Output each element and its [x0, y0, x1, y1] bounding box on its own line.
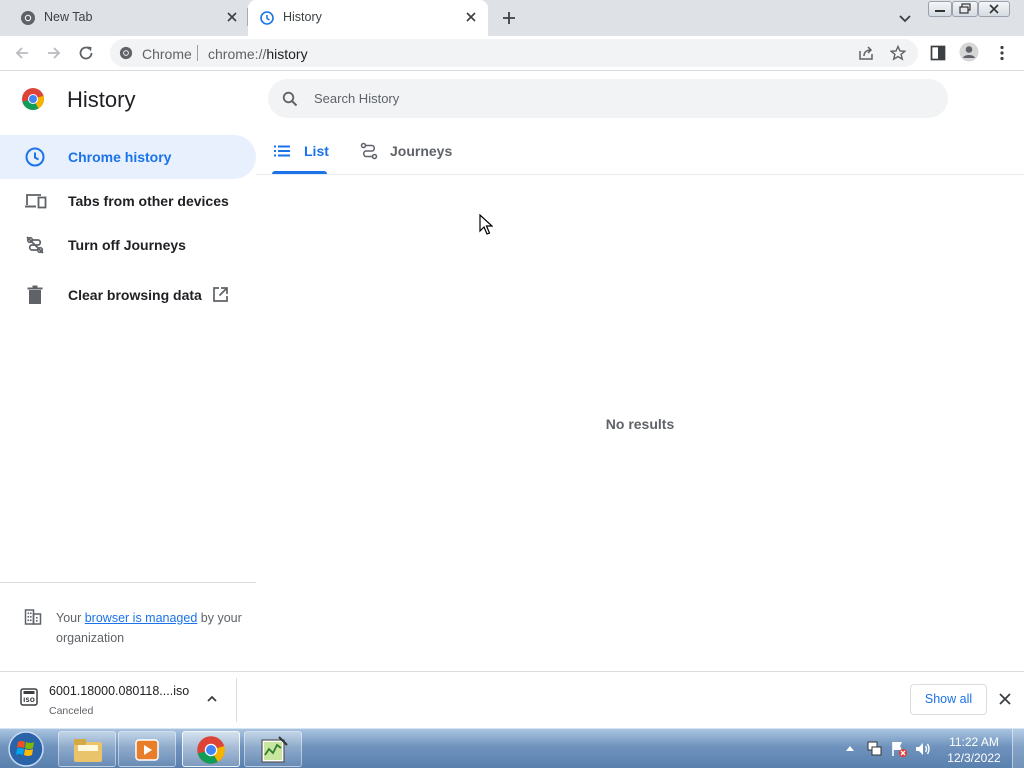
tab-label: Journeys	[390, 143, 453, 159]
tab-search-chevron-down-icon[interactable]	[897, 10, 913, 26]
resource-monitor-icon	[259, 735, 289, 765]
history-favicon-icon	[259, 10, 275, 26]
close-icon[interactable]	[463, 9, 479, 25]
bookmark-star-icon[interactable]	[890, 45, 906, 61]
sidebar-item-clear-browsing-data[interactable]: Clear browsing data	[0, 273, 256, 317]
address-bar[interactable]: Chrome chrome://history	[110, 39, 918, 67]
download-file-name: 6001.18000.080118....iso	[49, 684, 190, 698]
window-controls	[928, 1, 1010, 17]
windows-taskbar: 11:22 AM 12/3/2022	[0, 728, 1024, 769]
browser-toolbar: Chrome chrome://history	[0, 36, 1024, 70]
more-menu-icon[interactable]	[996, 44, 1008, 62]
building-icon	[24, 608, 42, 626]
media-player-icon	[133, 737, 161, 763]
close-shelf-icon[interactable]	[998, 692, 1012, 706]
search-history-field[interactable]: Search History	[268, 79, 948, 118]
chrome-site-icon	[119, 46, 133, 60]
chrome-taskbar-icon	[196, 735, 226, 765]
tabs-divider	[256, 174, 1024, 175]
journeys-off-icon	[24, 234, 46, 256]
window-close-button[interactable]	[978, 1, 1010, 17]
restore-button[interactable]	[952, 1, 978, 17]
tab-title: History	[283, 10, 322, 24]
close-icon[interactable]	[224, 9, 240, 25]
devices-icon	[24, 190, 48, 212]
tab-label: List	[304, 143, 329, 159]
taskbar-media-player-button[interactable]	[118, 731, 176, 767]
svg-text:ISO: ISO	[23, 697, 35, 704]
clock-time: 11:22 AM	[949, 735, 999, 749]
folder-icon	[72, 736, 104, 764]
list-icon	[274, 144, 290, 158]
external-link-icon	[212, 286, 229, 303]
tab-history[interactable]: History	[248, 0, 488, 36]
chevron-up-icon[interactable]	[205, 692, 219, 706]
sidebar-item-turn-off-journeys[interactable]: Turn off Journeys	[0, 223, 256, 267]
page-title: History	[67, 87, 136, 112]
show-all-button[interactable]: Show all	[910, 684, 987, 715]
sidebar-item-tabs-from-other-devices[interactable]: Tabs from other devices	[0, 179, 256, 223]
clock-icon	[24, 146, 46, 168]
tab-new-tab[interactable]: New Tab	[0, 0, 248, 36]
share-icon[interactable]	[858, 45, 874, 61]
sidebar-item-label: Turn off Journeys	[68, 237, 186, 253]
sidebar-item-label: Tabs from other devices	[68, 193, 229, 209]
sidebar-item-label: Chrome history	[68, 149, 172, 165]
clock-date: 12/3/2022	[947, 751, 1001, 765]
url-text: chrome://history	[208, 46, 308, 62]
show-desktop-button[interactable]	[1012, 729, 1024, 769]
tab-list[interactable]: List	[272, 138, 329, 174]
forward-arrow-icon[interactable]	[45, 44, 63, 62]
taskbar-explorer-button[interactable]	[58, 731, 116, 767]
tab-title: New Tab	[44, 10, 93, 24]
network-icon[interactable]	[866, 740, 882, 758]
sidebar-divider	[0, 582, 256, 583]
iso-file-icon: ISO	[20, 688, 38, 706]
new-tab-plus-icon[interactable]	[500, 9, 518, 27]
chrome-logo-icon	[21, 87, 45, 111]
action-center-warning-icon[interactable]	[890, 740, 908, 758]
journeys-icon	[360, 142, 378, 160]
mouse-cursor-icon	[479, 214, 493, 236]
search-input-placeholder: Search History	[314, 91, 400, 106]
sidebar-item-chrome-history[interactable]: Chrome history	[0, 135, 256, 179]
side-panel-icon[interactable]	[929, 44, 947, 62]
download-item-divider	[236, 678, 237, 722]
omnibox-divider	[197, 45, 198, 61]
trash-icon	[24, 284, 46, 306]
chrome-favicon-icon	[20, 10, 36, 26]
download-shelf: ISO 6001.18000.080118....iso Canceled Sh…	[0, 671, 1024, 728]
profile-avatar-icon[interactable]	[959, 42, 979, 62]
tab-strip: New Tab History	[0, 0, 1024, 36]
browser-managed-link[interactable]: browser is managed	[85, 611, 198, 625]
system-clock[interactable]: 11:22 AM 12/3/2022	[942, 734, 1006, 766]
site-label: Chrome	[142, 46, 192, 62]
download-item[interactable]: ISO 6001.18000.080118....iso Canceled	[0, 672, 236, 728]
show-hidden-icons-icon[interactable]	[845, 744, 855, 752]
start-button-icon[interactable]	[6, 730, 46, 768]
tab-journeys[interactable]: Journeys	[360, 138, 460, 174]
reload-icon[interactable]	[77, 44, 95, 62]
managed-notice: Your browser is managed by your organiza…	[56, 611, 242, 645]
toolbar-divider	[0, 70, 1024, 71]
volume-icon[interactable]	[914, 740, 932, 758]
sidebar-item-label: Clear browsing data	[68, 287, 202, 303]
taskbar-task-manager-button[interactable]	[244, 731, 302, 767]
download-status: Canceled	[49, 705, 94, 717]
taskbar-chrome-button[interactable]	[182, 731, 240, 767]
minimize-button[interactable]	[928, 1, 952, 17]
search-icon	[282, 91, 298, 107]
back-arrow-icon[interactable]	[13, 44, 31, 62]
empty-state-message: No results	[605, 416, 675, 432]
